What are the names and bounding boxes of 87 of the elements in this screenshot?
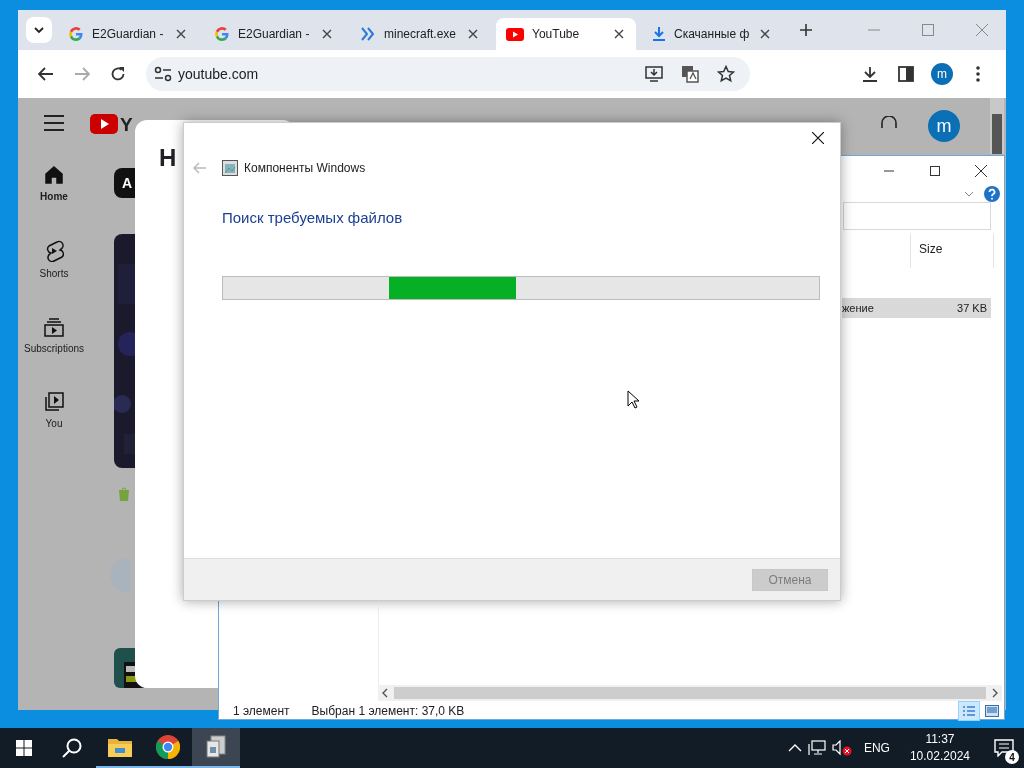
browser-tab[interactable]: E2Guardian -	[58, 18, 198, 50]
maximize-icon	[930, 166, 940, 176]
windows-features-icon	[222, 160, 238, 176]
date-text: 10.02.2024	[909, 748, 970, 765]
status-text: 1 элемент	[233, 703, 290, 720]
home-icon	[44, 165, 64, 185]
window-title: Компоненты Windows	[244, 160, 366, 177]
download-icon	[862, 66, 878, 82]
address-bar[interactable]: youtube.com	[146, 57, 750, 91]
monitor-download-icon	[645, 66, 663, 82]
plus-icon	[799, 23, 813, 37]
video-library-icon	[44, 392, 64, 412]
modal-heading: H	[159, 144, 177, 171]
time-text: 11:37	[925, 731, 955, 748]
subscriptions-icon	[44, 317, 64, 337]
close-icon[interactable]	[320, 27, 334, 41]
volume-muted-icon[interactable]	[831, 740, 852, 756]
tab-search-button[interactable]	[26, 17, 52, 43]
sidebar-item[interactable]: Home	[34, 164, 74, 205]
reload-icon	[110, 66, 126, 82]
file-size: 37 KB	[957, 300, 988, 316]
chevron-down-icon[interactable]	[964, 191, 974, 197]
mouse-cursor-icon	[627, 390, 639, 409]
network-icon[interactable]	[807, 740, 826, 756]
language-indicator[interactable]: ENG	[857, 739, 896, 757]
back-arrow-icon	[38, 67, 54, 81]
profile-avatar[interactable]: m	[928, 110, 960, 142]
logo-text: Y	[120, 114, 132, 134]
address-text: youtube.com	[178, 64, 260, 84]
google-icon	[68, 26, 84, 42]
shorts-icon	[44, 240, 64, 262]
double-chevron-icon	[360, 26, 376, 42]
dialog-heading: Поиск требуемых файлов	[222, 209, 403, 226]
close-icon	[975, 165, 987, 177]
installer-icon	[205, 735, 227, 759]
clock[interactable]: 11:37 10.02.2024	[901, 731, 978, 765]
browser-tab[interactable]: Скачанные ф	[642, 18, 782, 50]
browser-tab[interactable]: minecraft.exe	[350, 18, 490, 50]
close-icon[interactable]	[466, 27, 480, 41]
maximize-icon	[922, 24, 934, 36]
details-view-icon	[962, 705, 976, 717]
tab-title: minecraft.exe	[384, 26, 458, 43]
folder-icon	[108, 737, 132, 757]
youtube-logo-icon	[90, 114, 118, 134]
notification-count: 4	[1005, 750, 1019, 764]
tab-title: E2Guardian -	[92, 26, 165, 43]
site-settings-icon[interactable]	[154, 66, 172, 82]
browser-tab[interactable]: YouTube	[496, 18, 636, 50]
notifications-button[interactable]: 4	[984, 728, 1024, 768]
column-header[interactable]: Size	[910, 234, 994, 268]
help-icon[interactable]	[984, 186, 1000, 202]
status-text: Выбран 1 элемент: 37,0 KB	[311, 703, 465, 720]
tab-title: E2Guardian -	[238, 26, 311, 43]
search-field[interactable]	[843, 202, 991, 230]
download-icon	[652, 26, 666, 42]
file-row[interactable]: жение 37 KB	[842, 298, 991, 318]
taskbar-app[interactable]	[192, 728, 240, 768]
scrollbar	[990, 98, 1004, 154]
chrome-icon	[156, 735, 180, 759]
large-icons-icon	[985, 705, 999, 717]
search-icon	[62, 738, 82, 758]
sidebar-item[interactable]: Shorts	[33, 239, 75, 282]
star-icon	[717, 65, 735, 83]
bell-icon[interactable]	[880, 116, 898, 128]
close-icon[interactable]	[758, 27, 772, 41]
close-icon[interactable]	[174, 27, 188, 41]
sidebar-item[interactable]: You	[38, 391, 70, 432]
file-type: жение	[842, 300, 874, 316]
sidebar-item[interactable]: Subscriptions	[18, 316, 90, 357]
close-icon[interactable]	[612, 27, 626, 41]
hamburger-menu-icon[interactable]	[44, 114, 64, 131]
windows-logo-icon	[16, 740, 32, 756]
back-arrow-icon	[193, 162, 207, 174]
menu-icon	[976, 66, 980, 82]
shopping-bag-icon	[118, 486, 130, 502]
profile-button[interactable]: m	[924, 56, 960, 92]
browser-tab[interactable]: E2Guardian -	[204, 18, 344, 50]
forward-arrow-icon	[74, 67, 90, 81]
youtube-icon	[506, 27, 524, 41]
chevron-up-icon[interactable]	[787, 744, 802, 752]
chevron-down-icon	[34, 27, 44, 33]
tab-title: YouTube	[532, 26, 581, 43]
close-icon	[976, 24, 988, 36]
side-panel-icon	[898, 66, 914, 82]
close-icon	[812, 132, 824, 144]
google-icon	[214, 26, 230, 42]
tab-title: Скачанные ф	[674, 26, 750, 43]
